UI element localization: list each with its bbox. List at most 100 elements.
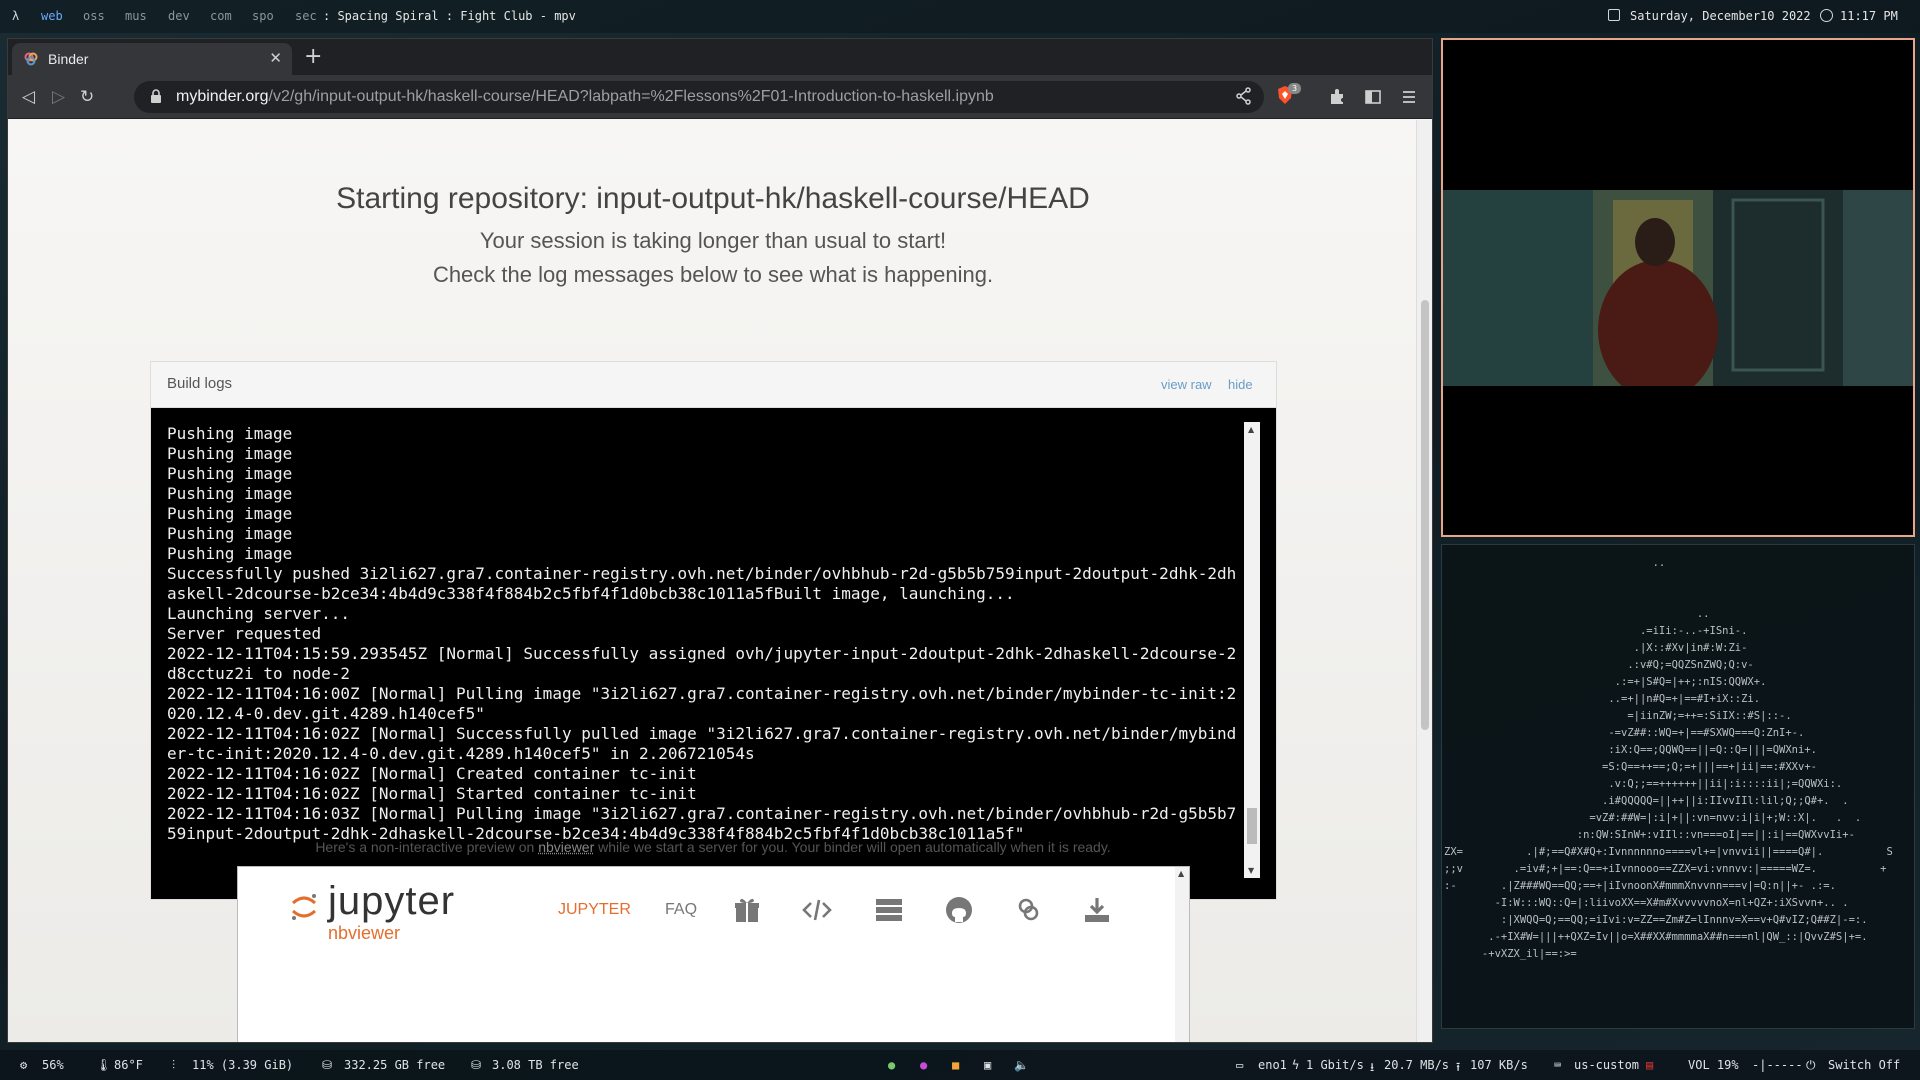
nav-jupyter[interactable]: JUPYTER xyxy=(558,901,631,919)
cpu-icon: ⚙ xyxy=(20,1058,28,1072)
view-raw-link[interactable]: view raw xyxy=(1161,377,1212,392)
back-icon[interactable]: ◁ xyxy=(22,87,35,107)
log-line: Launching server... xyxy=(167,604,351,623)
binder-icon[interactable] xyxy=(1014,895,1044,925)
build-log-output: Pushing image Pushing image Pushing image P… xyxy=(167,424,1237,844)
keyboard-icon: ⌨ xyxy=(1554,1058,1562,1072)
download-rate: 20.7 MB/s xyxy=(1384,1058,1450,1072)
log-line: Pushing image xyxy=(167,524,293,543)
scroll-up-icon[interactable]: ▲ xyxy=(1248,425,1254,434)
scroll-down-icon[interactable]: ▼ xyxy=(1248,866,1254,875)
page-scrollbar[interactable] xyxy=(1416,120,1432,1042)
server-icon[interactable] xyxy=(874,895,904,925)
menu-icon[interactable] xyxy=(1400,88,1418,106)
memory-usage: 11% (3.39 GiB) xyxy=(192,1058,294,1072)
extensions-icon[interactable] xyxy=(1328,88,1346,106)
temperature: 86°F xyxy=(114,1058,143,1072)
tray-app-icon[interactable]: ● xyxy=(920,1058,927,1072)
top-status-bar: λ web oss mus dev com spo sec : Spacing … xyxy=(0,0,1920,33)
nbviewer-logo-text: nbviewer xyxy=(328,923,401,943)
video-frame xyxy=(1443,190,1913,386)
log-line: 2022-12-11T04:16:02Z [Normal] Successful… xyxy=(167,724,1237,763)
active-window-title: : Spacing Spiral : Fight Club - mpv xyxy=(323,9,576,23)
log-line: Pushing image xyxy=(167,504,293,523)
tab-binder[interactable]: Binder ✕ xyxy=(12,43,292,75)
close-tab-icon[interactable]: ✕ xyxy=(269,49,282,67)
download-icon[interactable] xyxy=(1082,895,1112,925)
workspace-oss[interactable]: oss xyxy=(83,9,105,23)
brave-shields-icon[interactable]: 3 xyxy=(1276,83,1301,107)
ascii-visualizer-panel: .. .. .=iIi:-..-+ISni-. .|X::#Xv|in#:W:Z… xyxy=(1441,544,1915,1029)
page-title: Starting repository: input-output-hk/has… xyxy=(336,182,1090,215)
gift-icon[interactable] xyxy=(732,895,762,925)
power-icon[interactable]: ⏻ xyxy=(1806,1058,1816,1073)
download-icon: ⭳ xyxy=(1370,1060,1375,1074)
code-icon[interactable] xyxy=(802,895,832,925)
workspace-com[interactable]: com xyxy=(210,9,232,23)
tab-title: Binder xyxy=(48,51,89,67)
jupyter-logo-icon xyxy=(291,894,317,920)
nbviewer-link[interactable]: nbviewer xyxy=(538,839,594,855)
log-line: Server requested xyxy=(167,624,322,643)
cpu-usage: 56% xyxy=(42,1058,64,1072)
volume-level[interactable]: VOL 19% xyxy=(1688,1058,1739,1072)
address-bar[interactable]: mybinder.org/v2/gh/input-output-hk/haske… xyxy=(134,81,1264,113)
tray-folder-icon[interactable]: ■ xyxy=(952,1058,959,1072)
upload-icon: ⭱ xyxy=(1456,1060,1461,1074)
build-logs-header: Build logs view raw hide xyxy=(151,362,1276,408)
log-line: 2022-12-11T04:16:02Z [Normal] Created co… xyxy=(167,764,697,783)
build-logs-title: Build logs xyxy=(167,375,233,392)
thermometer-icon: 🌡 xyxy=(96,1058,112,1072)
nbviewer-preview-frame: jupyter nbviewer JUPYTER FAQ ▲ xyxy=(237,866,1190,1042)
tray-display-icon[interactable]: ▣ xyxy=(984,1058,991,1072)
build-logs-panel: Build logs view raw hide Pushing image Pu… xyxy=(150,361,1277,900)
scroll-up-icon[interactable]: ▲ xyxy=(1178,869,1184,878)
upload-rate: 107 KB/s xyxy=(1470,1058,1528,1072)
ascii-art: .. .. .=iIi:-..-+ISni-. .|X::#Xv|in#:W:Z… xyxy=(1444,557,1893,960)
disk-icon: ⛁ xyxy=(471,1058,482,1072)
workspace-sec[interactable]: sec xyxy=(295,9,317,23)
memory-icon: ⫶ xyxy=(172,1058,176,1072)
log-line: Pushing image xyxy=(167,444,293,463)
disk-icon: ⛁ xyxy=(322,1058,333,1072)
log-line: Pushing image xyxy=(167,484,293,503)
tray-app-icon[interactable]: ● xyxy=(888,1058,895,1072)
workspace-web[interactable]: web xyxy=(41,9,63,23)
forward-icon[interactable]: ▷ xyxy=(52,87,65,107)
log-line: Pushing image xyxy=(167,544,293,563)
browser-toolbar: ◁ ▷ ↻ mybinder.org/v2/gh/input-output-hk… xyxy=(8,75,1432,119)
network-icon: ▭ xyxy=(1236,1058,1244,1072)
log-line: 2022-12-11T04:16:00Z [Normal] Pulling im… xyxy=(167,684,1237,723)
switch-off-button[interactable]: Switch Off xyxy=(1828,1058,1900,1072)
new-tab-button[interactable]: + xyxy=(304,44,322,69)
shields-badge: 3 xyxy=(1288,83,1301,94)
disk-free-storage: 3.08 TB free xyxy=(492,1058,579,1072)
link-speed: 1 Gbit/s xyxy=(1306,1058,1364,1072)
keyboard-layout[interactable]: us-custom xyxy=(1574,1058,1639,1072)
sidebar-toggle-icon[interactable] xyxy=(1364,88,1382,106)
log-hint-message: Check the log messages below to see what… xyxy=(432,262,994,287)
log-line: Pushing image xyxy=(167,464,293,483)
log-line: 2022-12-11T04:16:03Z [Normal] Pulling im… xyxy=(167,804,1237,843)
binder-favicon-icon xyxy=(24,52,38,66)
workspace-spo[interactable]: spo xyxy=(252,9,274,23)
share-icon[interactable] xyxy=(1236,87,1252,105)
page-scroll-thumb[interactable] xyxy=(1421,300,1429,730)
workspace-dev[interactable]: dev xyxy=(168,9,190,23)
time-display: 11:17 PM xyxy=(1840,9,1898,23)
lambda-icon: λ xyxy=(12,9,20,23)
log-line: 2022-12-11T04:15:59.293545Z [Normal] Suc… xyxy=(167,644,1237,683)
hide-logs-link[interactable]: hide xyxy=(1228,377,1253,392)
lightning-icon: ϟ xyxy=(1292,1058,1300,1072)
reload-icon[interactable]: ↻ xyxy=(80,87,94,107)
volume-slider[interactable]: -|----- xyxy=(1752,1058,1803,1072)
github-icon[interactable] xyxy=(944,895,974,925)
tray-speaker-icon[interactable]: 🔈 xyxy=(1014,1058,1029,1072)
nav-faq[interactable]: FAQ xyxy=(665,901,697,919)
jupyter-logo-text: jupyter xyxy=(328,879,456,923)
preview-note: Here's a non-interactive preview on nbvi… xyxy=(315,839,1111,855)
workspace-mus[interactable]: mus xyxy=(125,9,147,23)
log-scrollbar[interactable]: ▲ ▼ xyxy=(1244,422,1260,878)
preview-scrollbar[interactable]: ▲ xyxy=(1175,867,1189,1042)
mpv-video-window[interactable] xyxy=(1441,38,1915,537)
